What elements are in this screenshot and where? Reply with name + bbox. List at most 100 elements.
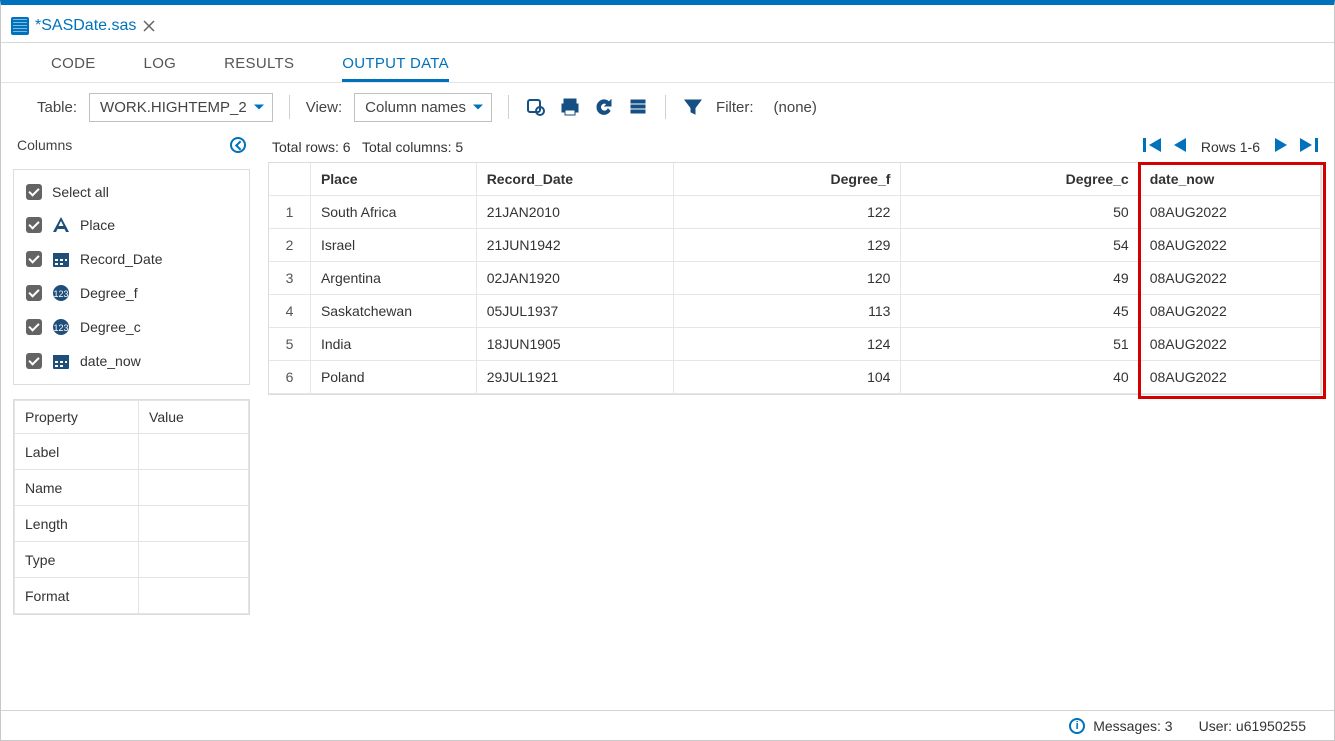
column-item-date_now[interactable]: date_now (14, 344, 249, 378)
calendar-icon (52, 352, 70, 370)
row-number: 2 (269, 229, 310, 262)
status-bar: i Messages: 3 User: u61950255 (1, 710, 1334, 740)
file-tab[interactable]: *SASDate.sas (11, 17, 136, 35)
data-grid[interactable]: Place Record_Date Degree_f Degree_c date… (268, 162, 1322, 395)
row-number: 4 (269, 295, 310, 328)
checkbox-icon[interactable] (26, 217, 42, 233)
query-builder-icon[interactable] (525, 96, 547, 118)
column-item-record_date[interactable]: Record_Date (14, 242, 249, 276)
checkbox-icon[interactable] (26, 285, 42, 301)
filter-label: Filter: (716, 99, 754, 116)
next-page-icon[interactable] (1272, 137, 1290, 156)
tab-log[interactable]: LOG (144, 55, 177, 82)
cell-degree-c[interactable]: 50 (901, 196, 1139, 229)
columns-title: Columns (17, 137, 72, 153)
filter-icon[interactable] (682, 96, 704, 118)
cell-date-now[interactable]: 08AUG2022 (1139, 262, 1320, 295)
cell-degree-c[interactable]: 51 (901, 328, 1139, 361)
row-number: 6 (269, 361, 310, 394)
calendar-icon (52, 250, 70, 268)
checkbox-icon[interactable] (26, 353, 42, 369)
first-page-icon[interactable] (1143, 137, 1161, 156)
column-item-place[interactable]: Place (14, 208, 249, 242)
cell-record-date[interactable]: 29JUL1921 (476, 361, 673, 394)
workarea: Columns Select all PlaceRecord_Date123De… (13, 137, 1322, 708)
prev-page-icon[interactable] (1171, 137, 1189, 156)
cell-record-date[interactable]: 02JAN1920 (476, 262, 673, 295)
cell-place[interactable]: Poland (310, 361, 476, 394)
refresh-icon[interactable] (593, 96, 615, 118)
properties-icon[interactable] (627, 96, 649, 118)
table-row[interactable]: 3Argentina02JAN19201204908AUG2022 (269, 262, 1321, 295)
table-row[interactable]: 6Poland29JUL19211044008AUG2022 (269, 361, 1321, 394)
separator (665, 95, 666, 119)
checkbox-icon[interactable] (26, 251, 42, 267)
cell-record-date[interactable]: 18JUN1905 (476, 328, 673, 361)
col-date-now[interactable]: date_now (1139, 163, 1320, 196)
column-item-degree_c[interactable]: 123Degree_c (14, 310, 249, 344)
table-row[interactable]: 4Saskatchewan05JUL19371134508AUG2022 (269, 295, 1321, 328)
cell-date-now[interactable]: 08AUG2022 (1139, 295, 1320, 328)
collapse-icon[interactable] (230, 137, 246, 153)
cell-record-date[interactable]: 21JAN2010 (476, 196, 673, 229)
col-record-date[interactable]: Record_Date (476, 163, 673, 196)
cell-date-now[interactable]: 08AUG2022 (1139, 196, 1320, 229)
column-name: date_now (80, 353, 141, 369)
print-icon[interactable] (559, 96, 581, 118)
column-name: Degree_f (80, 285, 138, 301)
table-row[interactable]: 5India18JUN19051245108AUG2022 (269, 328, 1321, 361)
cell-place[interactable]: Argentina (310, 262, 476, 295)
col-degree-c[interactable]: Degree_c (901, 163, 1139, 196)
cell-degree-c[interactable]: 54 (901, 229, 1139, 262)
close-icon[interactable] (142, 19, 156, 33)
cell-date-now[interactable]: 08AUG2022 (1139, 328, 1320, 361)
col-degree-f[interactable]: Degree_f (673, 163, 901, 196)
subtabs: CODE LOG RESULTS OUTPUT DATA (1, 43, 1334, 83)
cell-record-date[interactable]: 21JUN1942 (476, 229, 673, 262)
cell-date-now[interactable]: 08AUG2022 (1139, 361, 1320, 394)
tab-code[interactable]: CODE (51, 55, 96, 82)
cell-degree-f[interactable]: 113 (673, 295, 901, 328)
col-place[interactable]: Place (310, 163, 476, 196)
cell-degree-f[interactable]: 124 (673, 328, 901, 361)
cell-degree-f[interactable]: 122 (673, 196, 901, 229)
sidebar: Columns Select all Place Record_Date 123De… (13, 137, 250, 708)
info-icon[interactable]: i (1069, 718, 1085, 734)
rows-range: Rows 1-6 (1201, 139, 1260, 155)
tab-output-data[interactable]: OUTPUT DATA (342, 55, 449, 82)
sas-file-icon (11, 17, 29, 35)
tab-results[interactable]: RESULTS (224, 55, 294, 82)
checkbox-icon[interactable] (26, 319, 42, 335)
cell-place[interactable]: Saskatchewan (310, 295, 476, 328)
main: Total rows: 6 Total columns: 5 Rows 1-6 (268, 137, 1322, 708)
prop-length: Length (15, 506, 139, 542)
columns-box: Select all Place Record_Date 123Degree_f12… (13, 169, 250, 385)
cell-degree-c[interactable]: 49 (901, 262, 1139, 295)
column-name: Record_Date (80, 251, 163, 267)
checkbox-icon[interactable] (26, 184, 42, 200)
cell-degree-f[interactable]: 104 (673, 361, 901, 394)
table-row[interactable]: 2Israel21JUN19421295408AUG2022 (269, 229, 1321, 262)
view-label: View: (306, 99, 342, 116)
prop-name: Name (15, 470, 139, 506)
cell-place[interactable]: India (310, 328, 476, 361)
messages-count[interactable]: Messages: 3 (1093, 718, 1172, 734)
column-item-degree_f[interactable]: 123Degree_f (14, 276, 249, 310)
cell-degree-c[interactable]: 45 (901, 295, 1139, 328)
select-all-row[interactable]: Select all (14, 176, 249, 208)
cell-place[interactable]: Israel (310, 229, 476, 262)
cell-degree-f[interactable]: 120 (673, 262, 901, 295)
last-page-icon[interactable] (1300, 137, 1318, 156)
separator (508, 95, 509, 119)
cell-degree-f[interactable]: 129 (673, 229, 901, 262)
table-select[interactable]: WORK.HIGHTEMP_2 (89, 93, 273, 122)
cell-date-now[interactable]: 08AUG2022 (1139, 229, 1320, 262)
table-row[interactable]: 1South Africa21JAN20101225008AUG2022 (269, 196, 1321, 229)
cell-place[interactable]: South Africa (310, 196, 476, 229)
prop-type: Type (15, 542, 139, 578)
user-id: User: u61950255 (1199, 718, 1306, 734)
view-select[interactable]: Column names (354, 93, 492, 122)
total-rows: Total rows: 6 (272, 139, 351, 155)
cell-degree-c[interactable]: 40 (901, 361, 1139, 394)
cell-record-date[interactable]: 05JUL1937 (476, 295, 673, 328)
